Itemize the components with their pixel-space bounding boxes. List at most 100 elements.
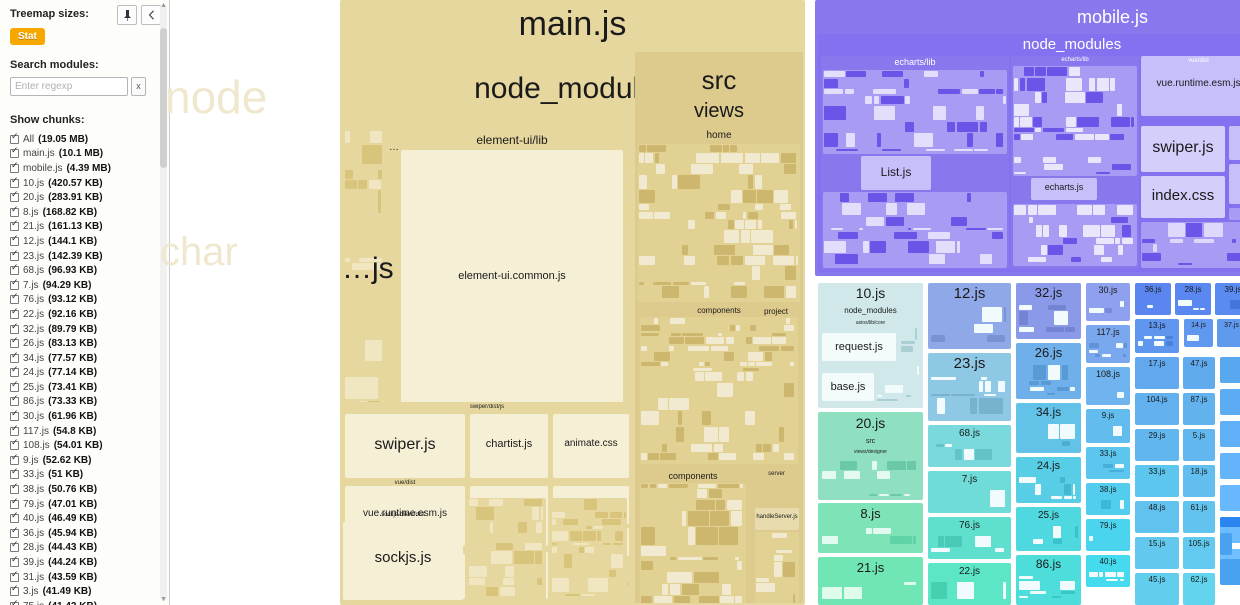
treemap-leaf[interactable] — [915, 89, 924, 95]
treemap-leaf[interactable] — [1117, 572, 1125, 578]
treemap-leaf[interactable] — [795, 256, 799, 265]
treemap-leaf[interactable] — [1081, 156, 1087, 163]
treemap-leaf[interactable] — [914, 345, 917, 353]
treemap-leaf[interactable] — [687, 511, 709, 526]
group-chunk-children[interactable] — [1018, 575, 1079, 602]
chunk-checkbox[interactable] — [10, 336, 19, 349]
treemap-leaf[interactable] — [648, 175, 671, 189]
treemap-leaf[interactable] — [1115, 238, 1121, 244]
treemap-leaf[interactable] — [1142, 262, 1159, 266]
treemap-leaf[interactable] — [758, 345, 780, 351]
treemap-leaf[interactable] — [739, 362, 747, 367]
group-chunk-22-js[interactable]: 22.js — [928, 563, 1011, 605]
treemap-leaf[interactable] — [1120, 385, 1125, 391]
treemap-leaf[interactable] — [1114, 128, 1134, 133]
treemap-leaf[interactable] — [882, 480, 894, 493]
treemap-leaf[interactable] — [764, 352, 772, 361]
treemap-leaf[interactable] — [1069, 392, 1076, 396]
treemap-leaf[interactable] — [915, 121, 930, 132]
treemap-leaf[interactable] — [1120, 301, 1125, 307]
treemap-leaf[interactable] — [685, 426, 703, 443]
chunk-checkbox[interactable] — [10, 467, 19, 480]
treemap-leaf[interactable] — [931, 490, 940, 507]
treemap-leaf[interactable] — [955, 133, 966, 148]
treemap-leaf[interactable] — [905, 394, 911, 398]
treemap-leaf[interactable] — [702, 266, 724, 281]
treemap-leaf[interactable] — [781, 539, 787, 549]
treemap-leaf[interactable] — [982, 444, 992, 448]
treemap-leaf[interactable] — [1193, 262, 1210, 266]
treemap-leaf[interactable] — [710, 220, 727, 229]
treemap-leaf[interactable] — [771, 533, 788, 539]
treemap-leaf[interactable] — [791, 318, 795, 324]
treemap-leaf[interactable] — [721, 584, 732, 595]
treemap-leaf[interactable] — [1034, 216, 1053, 224]
treemap-leaf[interactable] — [361, 144, 383, 165]
treemap-leaf[interactable] — [515, 578, 536, 586]
treemap-leaf[interactable] — [1027, 256, 1047, 263]
treemap-leaf[interactable] — [688, 190, 710, 203]
treemap-leaf[interactable] — [641, 489, 662, 499]
treemap-leaf[interactable] — [649, 164, 655, 174]
treemap-leaf[interactable] — [639, 256, 656, 265]
treemap-leaf[interactable] — [676, 426, 684, 443]
treemap-leaf[interactable] — [1036, 164, 1043, 171]
treemap-leaf[interactable] — [846, 71, 866, 78]
treemap-leaf[interactable] — [735, 220, 744, 229]
treemap-leaf[interactable] — [1117, 245, 1123, 256]
treemap-leaf[interactable] — [876, 254, 891, 265]
treemap-leaf[interactable] — [773, 562, 782, 577]
treemap-leaf[interactable] — [1026, 77, 1045, 91]
treemap-leaf[interactable] — [967, 193, 972, 202]
treemap-leaf[interactable] — [790, 244, 797, 255]
treemap-leaf[interactable] — [552, 578, 569, 593]
group-chunk-24-js[interactable]: 24.js — [1016, 457, 1081, 503]
group-chunk-12-js[interactable]: 12.js — [928, 283, 1011, 349]
treemap-leaf[interactable] — [672, 281, 690, 285]
treemap-leaf[interactable] — [996, 133, 1004, 148]
treemap-leaf[interactable] — [824, 95, 845, 105]
treemap-leaf[interactable] — [758, 426, 778, 443]
treemap-leaf[interactable] — [1184, 238, 1193, 243]
treemap-leaf[interactable] — [751, 230, 774, 244]
treemap-leaf[interactable] — [711, 352, 723, 361]
treemap-leaf[interactable] — [641, 352, 653, 361]
treemap-leaf[interactable] — [737, 561, 743, 571]
treemap-leaf[interactable] — [871, 461, 877, 470]
chunk-item-3-js[interactable]: 3.js(41.49 KB) — [10, 584, 159, 599]
treemap-leaf[interactable] — [1153, 336, 1165, 339]
treemap-leaf[interactable] — [1032, 365, 1047, 380]
treemap-leaf[interactable] — [675, 546, 690, 556]
treemap-leaf[interactable] — [737, 453, 743, 461]
treemap-leaf[interactable] — [1211, 262, 1221, 266]
group-element-ui-lib[interactable]: element-ui/lib element-ui.common.js… — [387, 130, 637, 402]
group-chunk-117-js[interactable]: 117.js — [1086, 325, 1130, 363]
treemap-leaf[interactable] — [966, 490, 989, 507]
treemap-leaf[interactable] — [663, 489, 688, 499]
treemap-leaf[interactable] — [583, 530, 596, 542]
treemap-leaf[interactable] — [699, 362, 704, 367]
treemap-leaf[interactable] — [954, 448, 962, 461]
treemap-leaf[interactable] — [1048, 424, 1059, 440]
treemap-leaf[interactable] — [885, 216, 905, 227]
treemap-leaf[interactable] — [1003, 444, 1007, 448]
treemap-leaf[interactable] — [1088, 77, 1096, 91]
treemap-leaf[interactable] — [649, 484, 657, 488]
treemap-leaf[interactable] — [907, 227, 912, 231]
treemap-leaf[interactable] — [1104, 92, 1117, 103]
treemap-leaf[interactable] — [538, 586, 543, 597]
treemap-leaf[interactable] — [552, 593, 564, 597]
treemap-leaf[interactable] — [1062, 595, 1076, 599]
treemap-leaf[interactable] — [951, 393, 975, 397]
treemap-leaf[interactable] — [970, 397, 978, 415]
treemap-leaf[interactable] — [1178, 307, 1186, 311]
treemap-leaf[interactable] — [660, 332, 665, 336]
treemap-leaf[interactable] — [1050, 224, 1058, 237]
treemap-leaf[interactable] — [864, 227, 886, 231]
treemap-leaf[interactable] — [745, 220, 757, 229]
treemap-leaf[interactable] — [1014, 133, 1020, 141]
treemap-leaf[interactable] — [703, 286, 709, 299]
group-chunk-children[interactable] — [1088, 499, 1128, 512]
treemap-leaf[interactable] — [656, 256, 672, 265]
treemap-leaf[interactable] — [1187, 335, 1199, 341]
